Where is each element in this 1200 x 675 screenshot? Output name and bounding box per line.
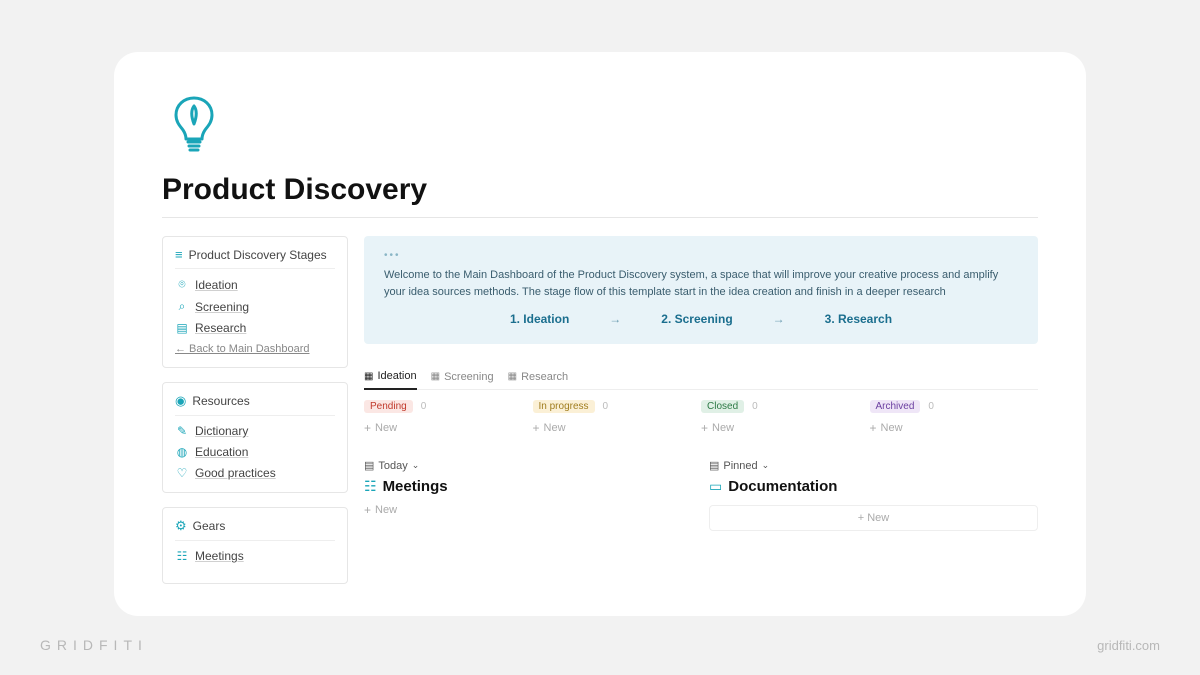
main-content: ••• Welcome to the Main Dashboard of the… xyxy=(364,236,1038,584)
plus-icon: + xyxy=(533,421,540,435)
view-selector-today[interactable]: ▤ Today ⌄ xyxy=(364,459,693,472)
flow-step-2: 2. Screening xyxy=(661,310,732,328)
stage-flow: 1. Ideation → 2. Screening → 3. Research xyxy=(384,310,1018,328)
meetings-panel: ▤ Today ⌄ ☷ Meetings +New xyxy=(364,459,693,531)
sidebar-stages-header: ≡ Product Discovery Stages xyxy=(175,247,335,269)
search-icon: ⌕ xyxy=(175,299,189,314)
plus-icon: + xyxy=(870,421,877,435)
sidebar-item-good-practices[interactable]: ♡ Good practices xyxy=(175,466,335,480)
sidebar: ≡ Product Discovery Stages ⌾ Ideation ⌕ … xyxy=(162,236,348,584)
chevron-down-icon: ⌄ xyxy=(412,460,420,471)
plus-icon: + xyxy=(364,503,371,517)
footer-url: gridfiti.com xyxy=(1097,638,1160,653)
sidebar-item-label: Ideation xyxy=(195,278,238,292)
sidebar-item-screening[interactable]: ⌕ Screening xyxy=(175,299,335,314)
meetings-icon: ☷ xyxy=(364,478,377,495)
flow-step-3: 3. Research xyxy=(825,310,892,328)
tab-label: Screening xyxy=(444,371,494,383)
plus-icon: + xyxy=(701,421,708,435)
app-window: Product Discovery ≡ Product Discovery St… xyxy=(114,52,1086,616)
sidebar-stages-title: Product Discovery Stages xyxy=(189,248,327,262)
sidebar-gears-title: Gears xyxy=(193,519,226,533)
welcome-callout: ••• Welcome to the Main Dashboard of the… xyxy=(364,236,1038,344)
status-tag-in-progress[interactable]: In progress xyxy=(533,400,595,413)
sidebar-gears-card: ⚙ Gears ☷ Meetings xyxy=(162,507,348,584)
resources-icon: ◉ xyxy=(175,393,186,409)
new-card-button[interactable]: +New xyxy=(701,421,870,435)
count: 0 xyxy=(752,401,758,412)
board-tabs: ▦ Ideation ▦ Screening ▦ Research xyxy=(364,366,1038,390)
status-tag-archived[interactable]: Archived xyxy=(870,400,921,413)
chat-icon: ✎ xyxy=(175,424,189,438)
sidebar-resources-header: ◉ Resources xyxy=(175,393,335,416)
count: 0 xyxy=(421,401,427,412)
title-divider xyxy=(162,217,1038,218)
heart-icon: ♡ xyxy=(175,466,189,480)
sidebar-item-label: Good practices xyxy=(195,466,276,480)
sidebar-item-label: Screening xyxy=(195,300,249,314)
sidebar-stages-card: ≡ Product Discovery Stages ⌾ Ideation ⌕ … xyxy=(162,236,348,368)
board-icon: ▦ xyxy=(431,371,440,382)
list-icon: ≡ xyxy=(175,247,183,262)
people-icon: ☷ xyxy=(175,549,189,563)
view-label: Pinned xyxy=(723,460,757,472)
lightbulb-icon: ⌾ xyxy=(175,277,189,292)
sidebar-item-label: Dictionary xyxy=(195,424,248,438)
board-icon: ▦ xyxy=(364,371,373,382)
arrow-icon: → xyxy=(609,310,621,328)
sidebar-item-research[interactable]: ▤ Research xyxy=(175,321,335,335)
back-to-dashboard-link[interactable]: ← Back to Main Dashboard xyxy=(175,343,310,355)
board-col-in-progress: In progress 0 +New xyxy=(533,400,702,435)
sidebar-gears-header: ⚙ Gears xyxy=(175,518,335,541)
calendar-icon: ▤ xyxy=(364,459,374,472)
globe-icon: ◍ xyxy=(175,445,189,459)
callout-menu-icon[interactable]: ••• xyxy=(384,248,1018,263)
board-col-pending: Pending 0 +New xyxy=(364,400,533,435)
sidebar-item-label: Education xyxy=(195,445,248,459)
kanban-board: Pending 0 +New In progress 0 +New Closed xyxy=(364,400,1038,435)
new-card-button[interactable]: +New xyxy=(364,421,533,435)
sidebar-resources-card: ◉ Resources ✎ Dictionary ◍ Education ♡ G… xyxy=(162,382,348,493)
sidebar-item-dictionary[interactable]: ✎ Dictionary xyxy=(175,424,335,438)
gear-icon: ⚙ xyxy=(175,518,187,534)
arrow-icon: → xyxy=(773,310,785,328)
chevron-down-icon: ⌄ xyxy=(762,460,770,471)
new-doc-button[interactable]: + New xyxy=(709,505,1038,531)
flow-step-1: 1. Ideation xyxy=(510,310,569,328)
documentation-title[interactable]: ▭ Documentation xyxy=(709,478,1038,495)
doc-icon: ▭ xyxy=(709,478,722,495)
board-col-archived: Archived 0 +New xyxy=(870,400,1039,435)
board-icon: ▦ xyxy=(508,371,517,382)
tab-label: Research xyxy=(521,371,568,383)
documentation-panel: ▤ Pinned ⌄ ▭ Documentation + New xyxy=(709,459,1038,531)
status-tag-closed[interactable]: Closed xyxy=(701,400,744,413)
new-card-button[interactable]: +New xyxy=(533,421,702,435)
tab-screening[interactable]: ▦ Screening xyxy=(431,366,494,389)
new-card-button[interactable]: +New xyxy=(870,421,1039,435)
board-col-closed: Closed 0 +New xyxy=(701,400,870,435)
tab-ideation[interactable]: ▦ Ideation xyxy=(364,366,417,390)
footer-brand: GRIDFITI xyxy=(40,637,148,653)
sidebar-item-education[interactable]: ◍ Education xyxy=(175,445,335,459)
sidebar-item-ideation[interactable]: ⌾ Ideation xyxy=(175,277,335,292)
page-icon xyxy=(162,92,1038,161)
callout-text: Welcome to the Main Dashboard of the Pro… xyxy=(384,267,1018,300)
pin-icon: ▤ xyxy=(709,459,719,472)
page-title: Product Discovery xyxy=(162,173,1038,217)
count: 0 xyxy=(928,401,934,412)
doc-icon: ▤ xyxy=(175,321,189,335)
view-label: Today xyxy=(378,460,407,472)
plus-icon: + xyxy=(364,421,371,435)
count: 0 xyxy=(603,401,609,412)
sidebar-item-label: Meetings xyxy=(195,549,244,563)
view-selector-pinned[interactable]: ▤ Pinned ⌄ xyxy=(709,459,1038,472)
new-meeting-button[interactable]: +New xyxy=(364,503,693,517)
sidebar-item-label: Research xyxy=(195,321,246,335)
status-tag-pending[interactable]: Pending xyxy=(364,400,413,413)
tab-research[interactable]: ▦ Research xyxy=(508,366,569,389)
sidebar-item-meetings[interactable]: ☷ Meetings xyxy=(175,549,335,563)
tab-label: Ideation xyxy=(377,370,416,382)
meetings-title[interactable]: ☷ Meetings xyxy=(364,478,693,495)
sidebar-resources-title: Resources xyxy=(192,394,249,408)
